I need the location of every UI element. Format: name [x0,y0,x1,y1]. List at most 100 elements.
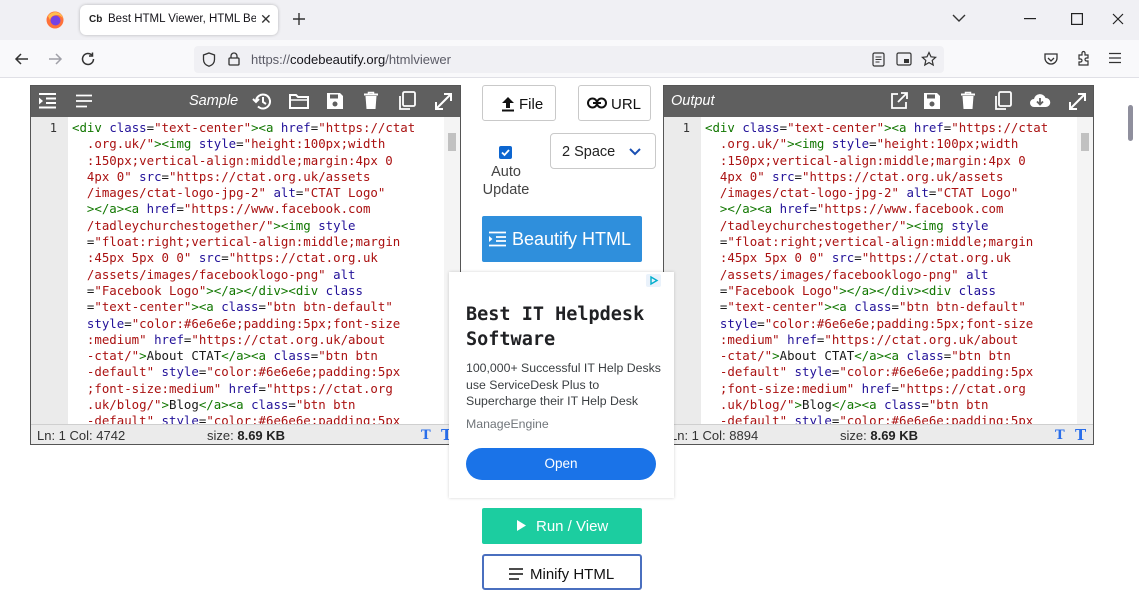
shield-icon[interactable] [202,52,216,67]
minify-html-button[interactable]: Minify HTML [482,554,642,590]
code-token: -default" [705,364,788,380]
code-line: /assets/images/facebooklogo-png" alt [72,267,444,283]
page-scrollbar-thumb[interactable] [1128,105,1133,141]
trash-icon[interactable] [960,91,976,110]
code-line: /assets/images/facebooklogo-png" alt [705,267,1077,283]
menu-lines-icon[interactable] [75,94,93,108]
copy-icon[interactable] [994,91,1012,111]
code-token: href [228,380,259,396]
minimize-icon[interactable] [1024,18,1036,20]
advertisement[interactable]: Best IT Helpdesk Software 100,000+ Succe… [449,272,674,498]
menu-icon[interactable] [1108,52,1122,64]
beautify-html-button[interactable]: Beautify HTML [482,216,642,262]
history-icon[interactable] [252,92,272,111]
forward-icon[interactable] [47,51,63,67]
pip-icon[interactable] [896,52,912,67]
code-token: src [198,250,222,266]
ad-body: 100,000+ Successful IT Help Desks use Se… [466,361,661,408]
code-token: = [124,315,132,331]
url-button[interactable]: URL [578,85,651,121]
code-token: = [794,168,803,184]
output-code-editor[interactable]: <div class="text-center"><a href="https:… [701,117,1077,424]
line-number: 1 [682,121,690,135]
back-icon[interactable] [14,51,30,67]
firefox-icon[interactable] [45,10,65,30]
code-line: .org.uk/"><img style="height:100px;width [705,136,1077,152]
trash-icon[interactable] [363,91,379,110]
code-token: "color:#6e6e6e;padding:5px;font-size [764,315,1034,331]
editor-scrollbar[interactable] [1077,117,1093,424]
tab-close-icon[interactable]: ✕ [260,11,272,28]
code-token: "color:#6e6e6e;padding:5px [839,364,1034,380]
code-token: "https://ctat.org.uk [228,250,378,266]
input-code-editor[interactable]: <div class="text-center"><a href="https:… [68,117,444,424]
sample-link[interactable]: Sample [189,93,238,109]
input-pane-toolbar: Sample [31,86,460,117]
save-icon[interactable] [326,92,344,110]
tab-list-icon[interactable] [952,13,966,23]
window-close-icon[interactable] [1112,13,1124,25]
code-token: > [794,397,802,413]
expand-icon[interactable] [1068,92,1087,111]
minify-label: Minify HTML [530,566,615,583]
code-token: "btn btn [318,348,378,364]
beautify-label: Beautify HTML [512,229,632,249]
code-token: </a><a [831,397,885,413]
code-token: 4px 0" [705,168,765,184]
adchoices-icon[interactable] [646,274,661,287]
reload-icon[interactable] [80,51,96,67]
ad-title[interactable]: Best IT Helpdesk Software [466,302,666,352]
code-token: ;font-size:medium" [705,380,855,396]
code-token: ><img [906,217,952,233]
pocket-icon[interactable] [1043,51,1059,67]
code-token: "Facebook Logo" [94,282,207,298]
folder-icon[interactable] [289,92,309,110]
code-token: .org.uk/" [72,136,155,152]
file-button[interactable]: File [482,85,556,121]
indent-select-value: 2 Space [562,144,616,160]
code-token: = [258,380,266,396]
indent-select[interactable]: 2 Space [550,133,656,169]
maximize-icon[interactable] [1071,13,1083,25]
active-tab[interactable]: Cb Best HTML Viewer, HTML Beauti ✕ [80,5,278,35]
code-token: = [891,299,899,315]
scrollbar-thumb[interactable] [1081,133,1089,151]
code-line: ="text-center"><a class="btn btn-default… [705,299,1077,315]
code-token: = [146,120,155,135]
lock-icon[interactable] [228,52,240,66]
ad-open-button[interactable]: Open [466,448,656,480]
code-token: </a><a [221,348,274,364]
code-line: -default" style="color:#6e6e6e;padding:5… [705,413,1077,424]
font-decrease-button[interactable]: T [1055,428,1065,443]
code-token: = [288,397,296,413]
reader-view-icon[interactable] [872,52,885,67]
cloud-download-icon[interactable] [1029,92,1051,110]
copy-icon[interactable] [398,91,416,111]
code-line: .org.uk/"><img style="height:100px;width [72,136,444,152]
menu-lines-icon [508,568,524,580]
expand-icon[interactable] [434,92,453,111]
bookmark-star-icon[interactable] [921,51,937,67]
scrollbar-thumb[interactable] [448,133,456,151]
open-external-icon[interactable] [890,92,908,110]
font-increase-button[interactable]: T [1075,426,1086,444]
page-scrollbar[interactable] [1122,78,1139,583]
browser-nav-bar: https://codebeautify.org/htmlviewer [0,40,1139,78]
code-token: "https://www.facebook.com [816,201,1004,217]
extensions-icon[interactable] [1076,50,1092,67]
code-token: :medium" [705,331,780,347]
code-token: "https://ctat.org [265,380,393,396]
font-decrease-button[interactable]: T [421,428,431,443]
url-bar[interactable]: https://codebeautify.org/htmlviewer [194,46,944,73]
save-icon[interactable] [923,92,941,110]
auto-update-checkbox[interactable] [499,146,512,159]
indent-icon[interactable] [38,92,57,110]
new-tab-icon[interactable] [291,11,307,27]
code-token: <div [705,120,743,135]
size-value: 8.69 KB [237,428,286,443]
run-view-button[interactable]: Run / View [482,508,642,544]
